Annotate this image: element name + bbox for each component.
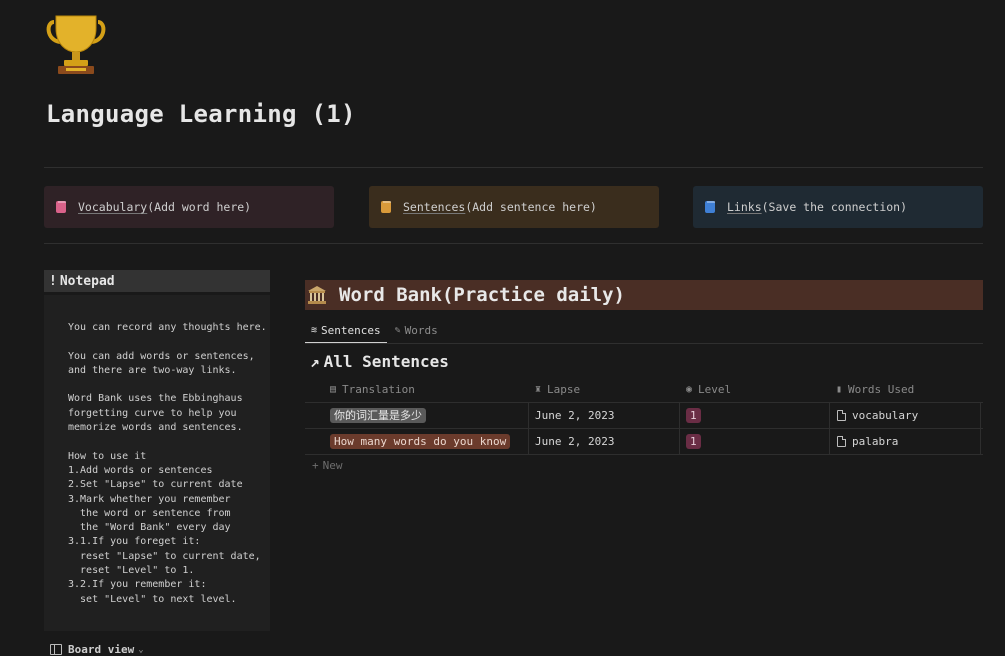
vocabulary-link[interactable]: Vocabulary bbox=[78, 200, 147, 214]
new-row-button[interactable]: + New bbox=[312, 459, 343, 472]
bookmark-icon: ▮ bbox=[836, 383, 843, 395]
callout-text: (Add sentence here) bbox=[465, 200, 597, 214]
exclamation-icon: ! bbox=[49, 273, 57, 289]
column-header-level[interactable]: ◉ Level bbox=[686, 381, 731, 397]
divider bbox=[44, 243, 983, 244]
tab-sentences[interactable]: ≋ Sentences bbox=[305, 318, 387, 344]
board-icon bbox=[50, 644, 62, 655]
links-link[interactable]: Links bbox=[727, 200, 762, 214]
sentences-link[interactable]: Sentences bbox=[403, 200, 465, 214]
board-view-label: Board view bbox=[68, 643, 135, 656]
table-row-2-translation[interactable]: How many words do you know bbox=[330, 433, 511, 449]
book-pink-icon bbox=[56, 201, 66, 213]
table-row-1-translation[interactable]: 你的词汇量是多少 bbox=[330, 407, 426, 423]
callout-links: Links (Save the connection) bbox=[693, 186, 983, 228]
column-label: Words Used bbox=[848, 382, 915, 396]
view-tabs: ≋ Sentences ✎ Words bbox=[305, 318, 446, 344]
notepad-title: Notepad bbox=[59, 273, 115, 289]
notepad-body[interactable]: You can record any thoughts here. You ca… bbox=[44, 295, 270, 631]
tab-label: Sentences bbox=[321, 323, 381, 337]
column-label: Lapse bbox=[547, 382, 581, 396]
column-label: Translation bbox=[342, 382, 415, 396]
level-tag: 1 bbox=[686, 433, 701, 449]
plus-icon: + bbox=[312, 459, 319, 472]
column-header-translation[interactable]: ▤ Translation bbox=[330, 381, 415, 397]
bank-icon bbox=[307, 285, 327, 305]
table-row-1-level[interactable]: 1 bbox=[686, 407, 701, 423]
callout-text: (Add word here) bbox=[147, 200, 252, 214]
column-header-lapse[interactable]: ♜ Lapse bbox=[535, 381, 580, 397]
word-bank-header: Word Bank(Practice daily) bbox=[305, 280, 983, 310]
board-view-button[interactable]: Board view ⌄ bbox=[50, 643, 144, 656]
tab-words[interactable]: ✎ Words bbox=[389, 318, 444, 342]
table-title: All Sentences bbox=[323, 352, 449, 371]
notepad-header: ! Notepad bbox=[44, 270, 270, 292]
book-blue-icon bbox=[705, 201, 715, 213]
table-row-1-words-used[interactable]: vocabulary bbox=[837, 407, 918, 423]
page-title: Language Learning (1) bbox=[46, 100, 356, 128]
trophy-icon[interactable] bbox=[46, 14, 106, 76]
waves-icon: ≋ bbox=[311, 324, 318, 336]
book-orange-icon bbox=[381, 201, 391, 213]
table-row-1-lapse[interactable]: June 2, 2023 bbox=[535, 407, 614, 423]
callout-vocabulary: Vocabulary (Add word here) bbox=[44, 186, 334, 228]
level-tag: 1 bbox=[686, 407, 701, 423]
page-icon bbox=[837, 409, 846, 421]
arrow-up-right-icon: ↗ bbox=[310, 352, 320, 371]
word-bank-title: Word Bank(Practice daily) bbox=[339, 284, 625, 306]
text-icon: ▤ bbox=[330, 383, 337, 395]
all-sentences-title[interactable]: ↗ All Sentences bbox=[310, 352, 449, 371]
select-icon: ◉ bbox=[686, 383, 693, 395]
column-divider bbox=[829, 402, 830, 454]
table-row-2-words-used[interactable]: palabra bbox=[837, 433, 898, 449]
page-icon bbox=[837, 435, 846, 447]
row-divider bbox=[305, 428, 983, 429]
column-divider bbox=[679, 402, 680, 454]
divider bbox=[44, 167, 983, 168]
row-divider bbox=[305, 454, 983, 455]
row-divider bbox=[305, 402, 983, 403]
translation-tag: 你的词汇量是多少 bbox=[330, 407, 426, 423]
table-row-2-lapse[interactable]: June 2, 2023 bbox=[535, 433, 614, 449]
tabs-divider bbox=[305, 343, 983, 344]
callout-sentences: Sentences (Add sentence here) bbox=[369, 186, 659, 228]
column-divider bbox=[980, 402, 981, 454]
word-link[interactable]: vocabulary bbox=[852, 409, 918, 422]
ghost-icon: ♜ bbox=[535, 383, 542, 395]
column-divider bbox=[528, 402, 529, 454]
table-row-2-level[interactable]: 1 bbox=[686, 433, 701, 449]
word-link[interactable]: palabra bbox=[852, 435, 898, 448]
column-header-words-used[interactable]: ▮ Words Used bbox=[836, 381, 914, 397]
pencil-icon: ✎ bbox=[394, 324, 401, 336]
callout-text: (Save the connection) bbox=[761, 200, 908, 214]
translation-tag: How many words do you know bbox=[330, 433, 511, 449]
chevron-down-icon: ⌄ bbox=[138, 644, 144, 655]
tab-label: Words bbox=[404, 323, 438, 337]
new-label: New bbox=[322, 459, 343, 472]
column-label: Level bbox=[698, 382, 732, 396]
